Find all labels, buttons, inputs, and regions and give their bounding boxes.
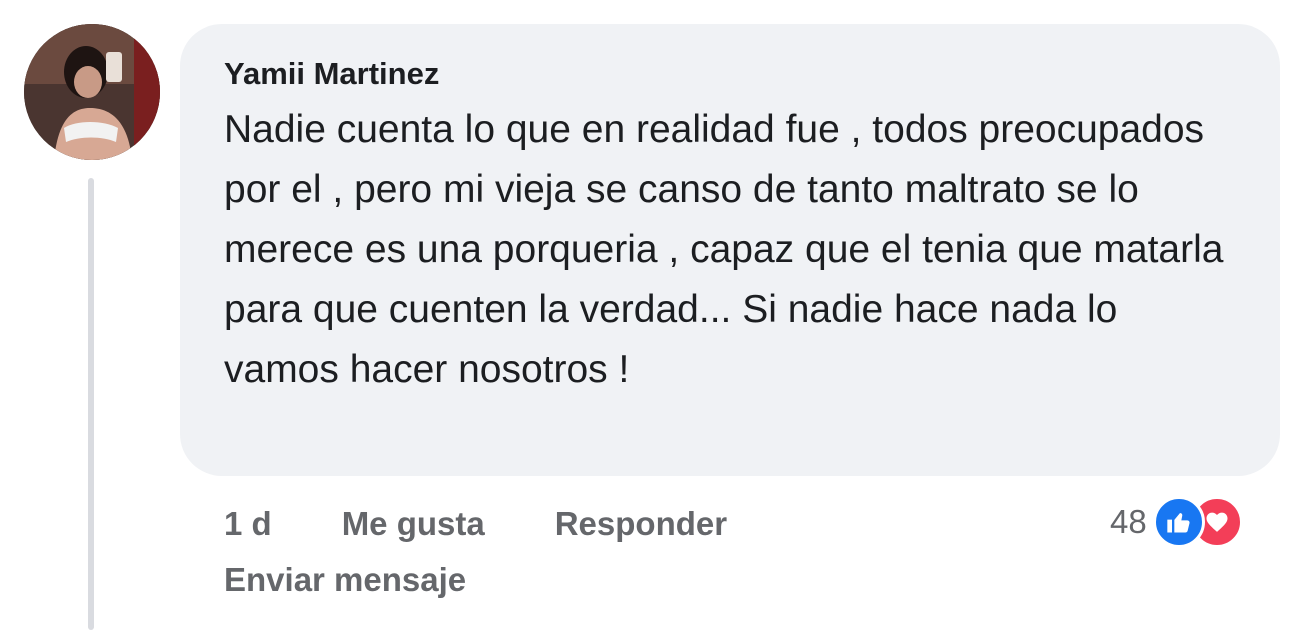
reaction-icons bbox=[1152, 496, 1243, 548]
comment-actions: 1 d Me gusta Responder bbox=[224, 500, 727, 548]
avatar[interactable] bbox=[24, 24, 160, 160]
comment-text: Nadie cuenta lo que en realidad fue , to… bbox=[224, 108, 1224, 391]
send-message-button[interactable]: Enviar mensaje bbox=[224, 556, 466, 604]
profile-photo-icon bbox=[24, 24, 160, 160]
like-icon bbox=[1152, 496, 1205, 548]
reply-button[interactable]: Responder bbox=[555, 505, 727, 543]
author-name[interactable]: Yamii Martinez bbox=[224, 54, 1240, 94]
thread-line bbox=[88, 178, 94, 630]
reactions-summary[interactable]: 48 bbox=[1110, 496, 1243, 548]
reaction-count: 48 bbox=[1110, 503, 1147, 540]
timestamp[interactable]: 1 d bbox=[224, 505, 272, 543]
like-button[interactable]: Me gusta bbox=[342, 505, 485, 543]
comment-bubble: Yamii Martinez Nadie cuenta lo que en re… bbox=[180, 24, 1280, 476]
